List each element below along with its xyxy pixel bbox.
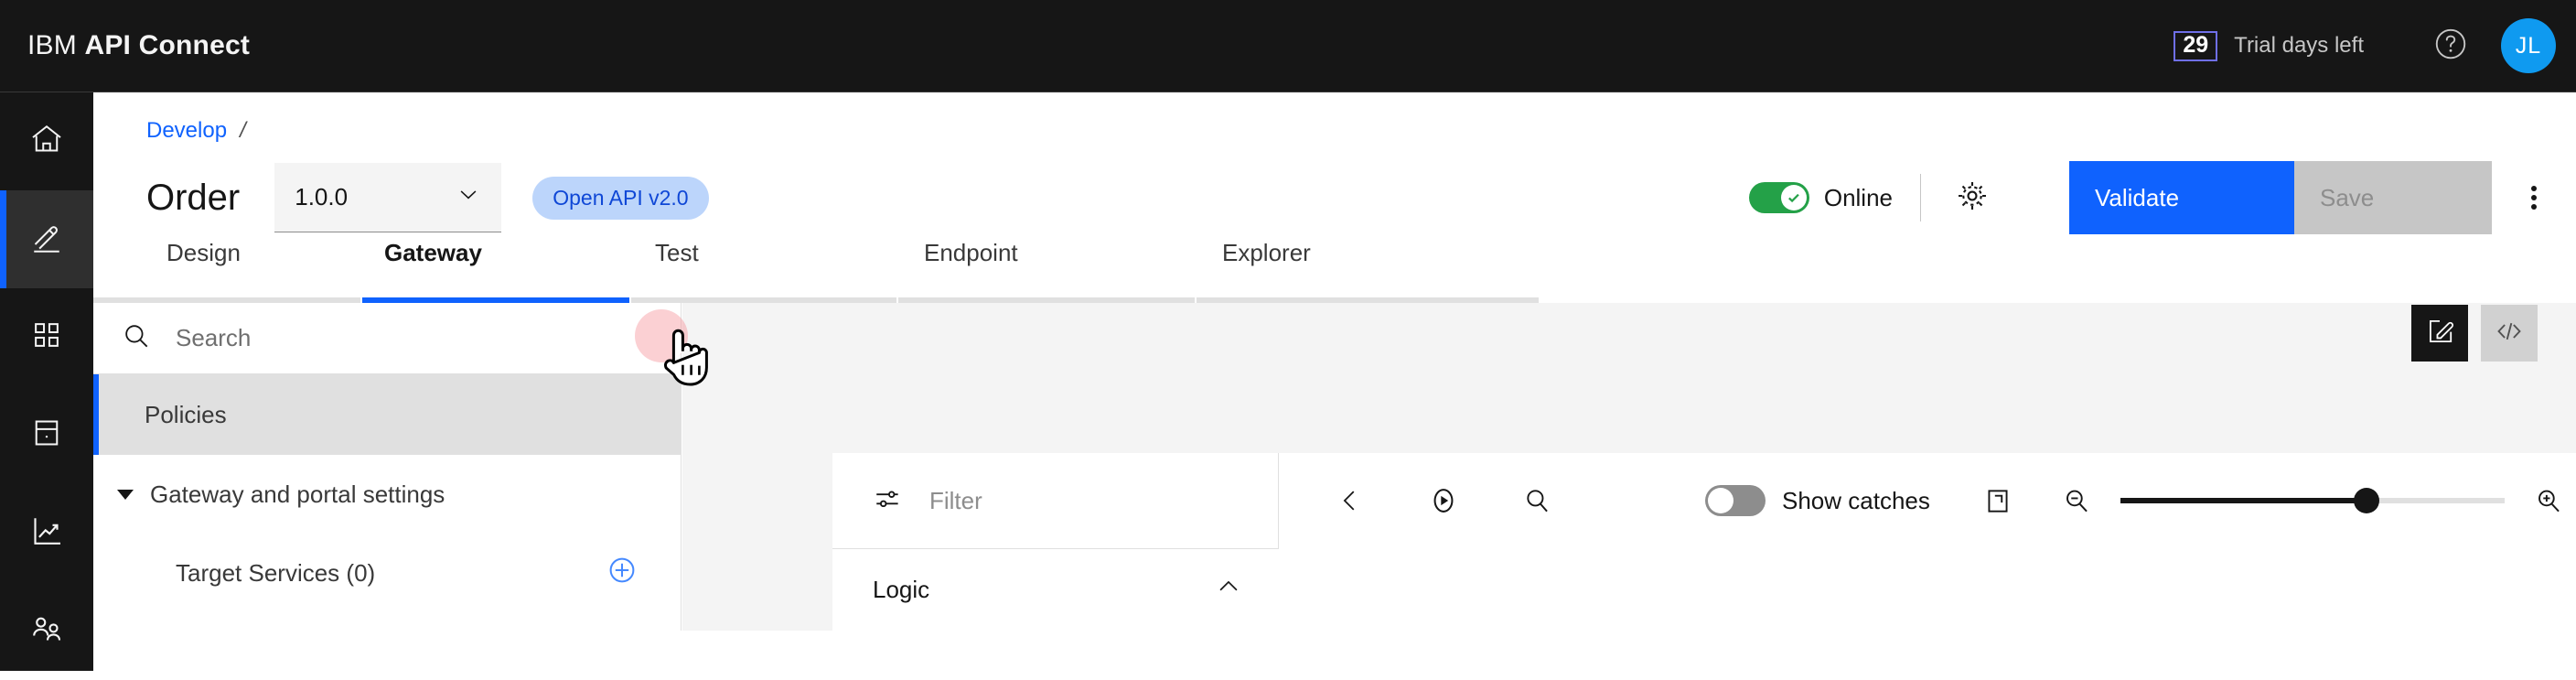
edit-view-button[interactable]: [2411, 305, 2468, 362]
palette-section-logic[interactable]: Logic: [832, 548, 1279, 631]
trial-days-label: Trial days left: [2234, 33, 2364, 58]
edit-document-icon: [2424, 316, 2455, 351]
sidebar-item-analytics[interactable]: [0, 484, 93, 582]
source-code-icon: [2494, 316, 2525, 351]
online-toggle-label: Online: [1823, 183, 1893, 211]
zoom-in-icon[interactable]: [2528, 480, 2569, 521]
show-catches-toggle[interactable]: Show catches: [1705, 485, 1930, 516]
zoom-out-icon[interactable]: [2056, 480, 2097, 521]
flow-search-icon[interactable]: [1517, 480, 1557, 521]
sidebar-item-home[interactable]: [0, 92, 93, 190]
left-nav-rail: [0, 92, 93, 671]
flow-palette-card: Filter Show catches Logic: [832, 453, 2576, 631]
settings-button[interactable]: [1948, 174, 1996, 221]
brand-title[interactable]: IBM API Connect: [27, 30, 250, 61]
online-toggle-track: [1748, 182, 1809, 213]
zoom-slider-filled: [2120, 498, 2367, 503]
breadcrumb-separator: /: [240, 118, 246, 143]
users-icon: [28, 610, 65, 652]
catalog-icon: [29, 416, 64, 455]
sidebar-item-develop[interactable]: [0, 190, 93, 288]
content-split: Search Policies Gateway and portal setti…: [93, 303, 2576, 631]
trial-days-badge: 29: [2174, 30, 2218, 61]
policy-browser-panel: Search Policies Gateway and portal setti…: [93, 303, 682, 631]
chevron-left-icon[interactable]: [1330, 480, 1370, 521]
flow-toolbar: Filter Show catches: [832, 453, 2576, 548]
caret-down-icon: [117, 489, 134, 500]
zoom-slider[interactable]: [2120, 488, 2505, 513]
tab-endpoint[interactable]: Endpoint: [896, 232, 1195, 303]
tab-gateway[interactable]: Gateway: [362, 232, 629, 303]
check-icon: [1786, 189, 1802, 206]
tab-design[interactable]: Design: [93, 232, 362, 303]
fit-to-screen-icon[interactable]: [1978, 480, 2018, 521]
sliders-icon: [873, 483, 904, 519]
main-region: Develop / Order 1.0.0 Open API v2.0 Onli…: [93, 92, 2576, 671]
tab-design-label: Design: [166, 239, 241, 266]
avatar-initials: JL: [2515, 32, 2542, 59]
tree-group-gateway-settings[interactable]: Gateway and portal settings: [93, 455, 681, 534]
add-circle-icon[interactable]: [606, 554, 639, 593]
search-placeholder: Search: [176, 324, 252, 351]
brand-prefix: IBM: [27, 30, 77, 60]
assembly-canvas[interactable]: Filter Show catches Logic: [682, 303, 2576, 631]
show-catches-toggle-track: [1705, 485, 1766, 516]
sidebar-item-policies[interactable]: Policies: [93, 374, 681, 455]
tab-endpoint-label: Endpoint: [924, 239, 1018, 266]
breadcrumb-item-develop[interactable]: Develop: [146, 118, 227, 144]
show-catches-label: Show catches: [1782, 486, 1930, 514]
home-icon: [28, 121, 65, 162]
play-circle-icon[interactable]: [1423, 480, 1464, 521]
overflow-menu-button[interactable]: [2492, 161, 2576, 234]
pencil-icon: [28, 219, 65, 260]
api-title-row: Order 1.0.0 Open API v2.0 Online Validat…: [93, 144, 2576, 234]
overflow-menu-icon: [2531, 182, 2537, 213]
version-select-value: 1.0.0: [295, 183, 349, 210]
filter-placeholder: Filter: [929, 486, 982, 514]
canvas-view-switcher: [2411, 305, 2538, 362]
breadcrumb: Develop /: [93, 92, 2576, 144]
tree-item-label: Target Services (0): [176, 558, 376, 587]
gear-icon: [1953, 177, 1991, 220]
app-header: IBM API Connect 29 Trial days left JL: [0, 0, 2576, 92]
sidebar-item-manage[interactable]: [0, 288, 93, 386]
tab-explorer[interactable]: Explorer: [1195, 232, 1478, 303]
zoom-controls: [2056, 480, 2569, 521]
palette-section-label: Logic: [873, 576, 930, 603]
divider: [1920, 174, 1921, 221]
tab-bar: Design Gateway Test Endpoint Explorer: [93, 232, 2576, 304]
policies-label: Policies: [145, 400, 227, 428]
save-button[interactable]: Save: [2294, 161, 2492, 234]
list-item[interactable]: Target Services (0): [93, 534, 681, 612]
tree-group-label: Gateway and portal settings: [150, 480, 445, 508]
page-title: Order: [146, 177, 241, 218]
search-input[interactable]: Search: [93, 303, 681, 374]
online-toggle[interactable]: Online: [1748, 182, 1893, 213]
help-circle-icon: [2432, 26, 2469, 67]
analytics-chart-icon: [28, 513, 65, 554]
sidebar-item-catalog[interactable]: [0, 386, 93, 484]
zoom-slider-handle[interactable]: [2353, 488, 2379, 513]
source-view-button[interactable]: [2481, 305, 2538, 362]
sidebar-item-members[interactable]: [0, 582, 93, 680]
validate-button[interactable]: Validate: [2069, 161, 2294, 234]
avatar[interactable]: JL: [2501, 18, 2556, 73]
grid-apps-icon: [29, 318, 64, 357]
brand-name: API Connect: [84, 30, 251, 60]
tab-test-label: Test: [655, 239, 699, 266]
header-right-group: 29 Trial days left JL: [2174, 0, 2576, 92]
filter-input[interactable]: Filter: [832, 453, 1279, 548]
tab-test[interactable]: Test: [629, 232, 896, 303]
version-select[interactable]: 1.0.0: [274, 163, 502, 232]
chevron-up-icon: [1215, 573, 1242, 607]
search-icon: [121, 320, 152, 356]
help-button[interactable]: [2415, 0, 2486, 92]
chevron-down-icon: [456, 181, 481, 213]
status-badge: Open API v2.0: [532, 176, 709, 220]
title-actions: Online Validate Save: [1748, 154, 2576, 242]
tab-gateway-label: Gateway: [384, 239, 482, 266]
flow-nav-icons: [1279, 480, 1557, 521]
tab-explorer-label: Explorer: [1222, 239, 1311, 266]
